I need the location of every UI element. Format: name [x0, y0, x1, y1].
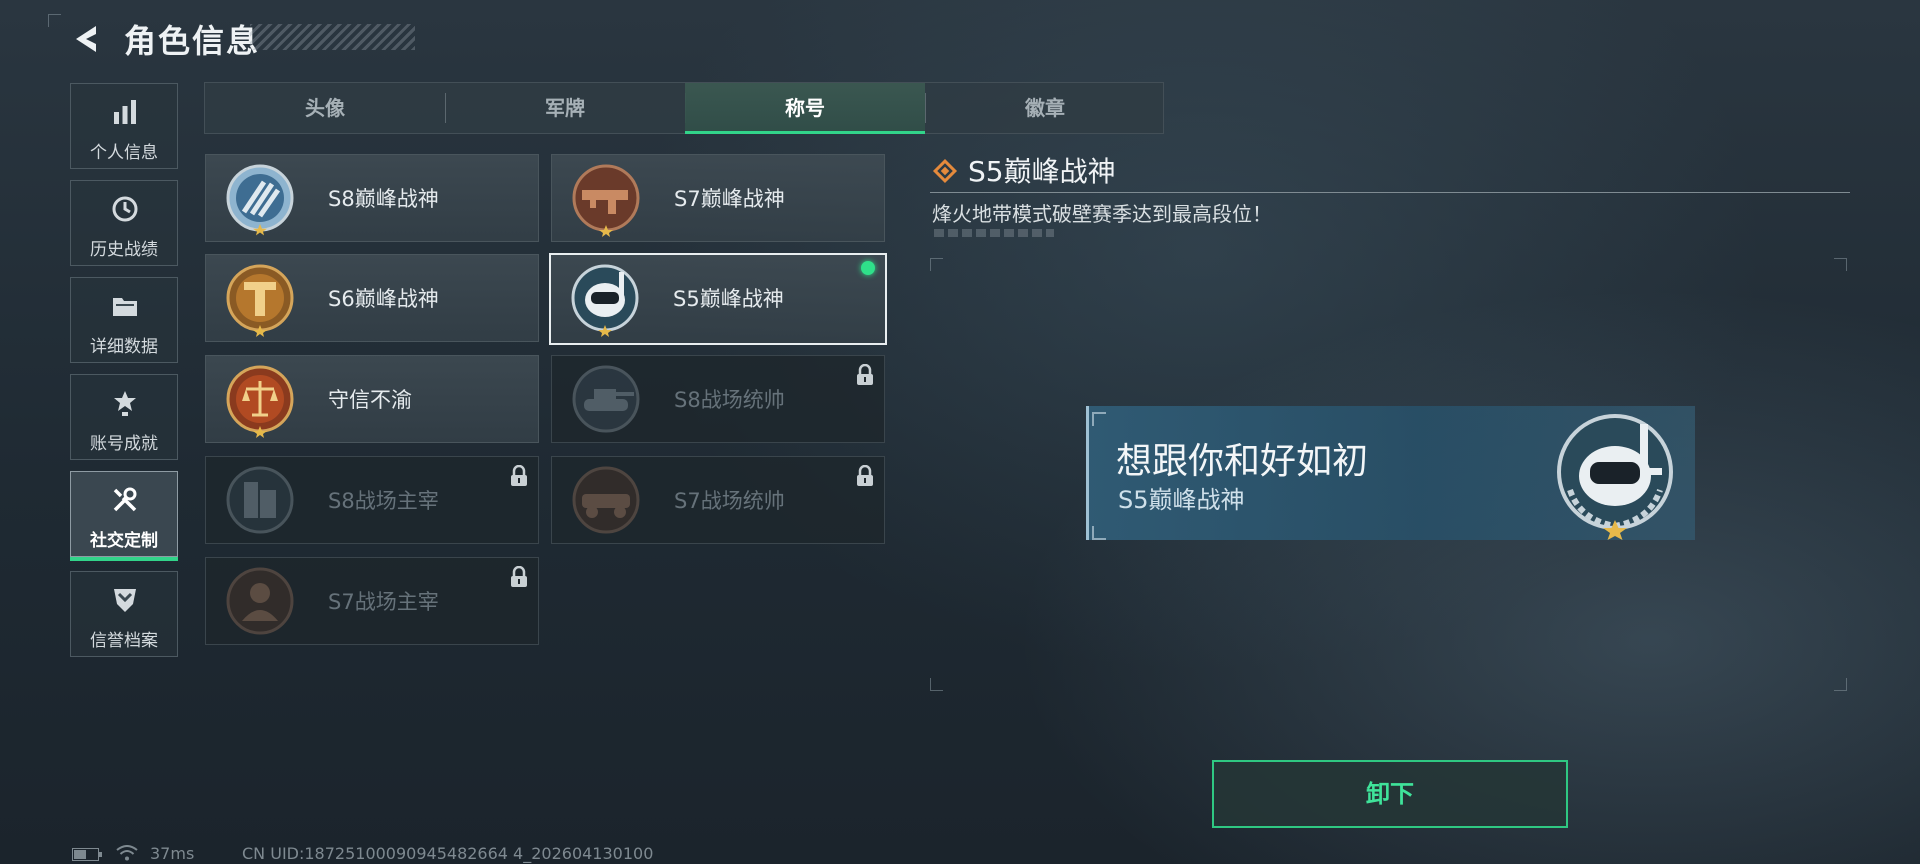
tab-bar: 头像 军牌 称号 徽章 [204, 82, 1164, 134]
soldier-emblem-icon [226, 567, 294, 635]
lock-icon [857, 364, 873, 385]
title-name: S8战场主宰 [328, 489, 439, 513]
diver-skull-emblem-icon [571, 264, 639, 337]
lock-icon [511, 465, 527, 486]
sidebar-item-history[interactable]: 历史战绩 [70, 180, 178, 266]
title-card[interactable]: S7战场主宰 [205, 557, 539, 645]
corner-bracket [1834, 678, 1847, 691]
page-title: 角色信息 [124, 22, 261, 60]
title-card[interactable]: S7巅峰战神 [551, 154, 885, 242]
uid-text: CN UID:18725100090945482664 4_2026041301… [242, 844, 654, 863]
bar-chart-icon [114, 100, 136, 124]
title-name: S7战场统帅 [674, 489, 785, 513]
title-card[interactable]: S8巅峰战神 [205, 154, 539, 242]
diver-skull-emblem-icon [1557, 414, 1673, 540]
title-card[interactable]: 守信不渝 [205, 355, 539, 443]
unequip-button[interactable]: 卸下 [1212, 760, 1568, 828]
achievement-badge-icon [114, 391, 136, 416]
title-decoration [250, 24, 415, 50]
corner-bracket [930, 258, 943, 271]
sidebar-item-social-custom[interactable]: 社交定制 [70, 471, 178, 561]
tab-dog-tag[interactable]: 军牌 [445, 83, 685, 133]
title-card[interactable]: S7战场统帅 [551, 456, 885, 544]
tab-badge[interactable]: 徽章 [925, 83, 1165, 133]
folder-icon [113, 298, 137, 316]
tab-avatar[interactable]: 头像 [205, 83, 445, 133]
sidebar-item-achievements[interactable]: 账号成就 [70, 374, 178, 460]
title-card[interactable]: S6巅峰战神 [205, 254, 539, 342]
plate-corner [1092, 526, 1106, 540]
detail-description: 烽火地带模式破壁赛季达到最高段位！ [932, 202, 1272, 226]
lock-icon [511, 566, 527, 587]
title-name: S7战场主宰 [328, 590, 439, 614]
back-chevron-icon[interactable] [70, 22, 104, 56]
sidebar-item-label: 历史战绩 [90, 240, 158, 260]
scales-emblem-icon [226, 365, 294, 438]
title-name: S5巅峰战神 [673, 287, 784, 311]
gold-t-emblem-icon [226, 264, 294, 337]
sidebar-item-label: 个人信息 [90, 143, 158, 163]
corner-bracket [1834, 258, 1847, 271]
divider [930, 192, 1850, 193]
decorative-dashes [934, 229, 1054, 237]
title-name: S6巅峰战神 [328, 287, 439, 311]
sidebar-item-detailed-data[interactable]: 详细数据 [70, 277, 178, 363]
title-card[interactable]: S8战场主宰 [205, 456, 539, 544]
title-card[interactable]: S8战场统帅 [551, 355, 885, 443]
title-name: S7巅峰战神 [674, 187, 785, 211]
player-name: 想跟你和好如初 [1116, 441, 1369, 482]
corner-bracket [930, 678, 943, 691]
lock-icon [857, 465, 873, 486]
history-clock-icon [112, 196, 138, 222]
sidebar-item-label: 详细数据 [90, 337, 158, 357]
corner-bracket [48, 14, 61, 27]
wifi-icon [116, 845, 138, 861]
orange-diamond-icon [932, 158, 958, 184]
title-name: S8战场统帅 [674, 388, 785, 412]
equipped-indicator [861, 261, 875, 275]
title-name: S8巅峰战神 [328, 187, 439, 211]
tank-emblem-icon [572, 365, 640, 433]
blue-stripes-emblem-icon [226, 164, 294, 236]
sidebar-item-label: 信誉档案 [90, 631, 158, 651]
shield-chevron-icon [114, 589, 136, 612]
vehicle-emblem-icon [572, 466, 640, 534]
building-emblem-icon [226, 466, 294, 534]
tab-title[interactable]: 称号 [685, 83, 925, 134]
sidebar-item-credit-file[interactable]: 信誉档案 [70, 571, 178, 657]
battery-icon [72, 848, 102, 861]
sidebar-item-label: 账号成就 [90, 434, 158, 454]
title-name: 守信不渝 [328, 388, 412, 412]
plate-corner [1092, 412, 1106, 426]
plate-title: S5巅峰战神 [1118, 486, 1245, 514]
sidebar-item-personal-info[interactable]: 个人信息 [70, 83, 178, 169]
title-card[interactable]: S5巅峰战神 [549, 253, 887, 345]
detail-title: S5巅峰战神 [968, 155, 1116, 188]
sidebar-item-label: 社交定制 [90, 531, 158, 551]
bronze-gun-emblem-icon [572, 164, 640, 237]
tools-wrench-icon [113, 487, 137, 512]
ping-text: 37ms [150, 844, 195, 863]
